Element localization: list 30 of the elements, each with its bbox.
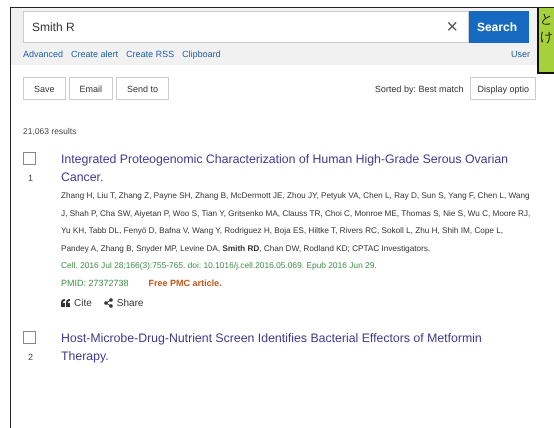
quote-icon xyxy=(61,299,70,307)
header-link[interactable]: Create alert xyxy=(71,49,118,59)
search-field[interactable]: Smith R × xyxy=(23,11,469,43)
results-count: 21,063 results xyxy=(22,125,78,136)
action-button[interactable]: Save xyxy=(23,77,66,100)
user-link[interactable]: User xyxy=(510,49,530,59)
note-text: け xyxy=(540,28,554,46)
action-button[interactable]: Send to xyxy=(116,77,170,100)
citation: Cell. 2016 Jul 28;166(3):755-765. doi: 10.1016/j.cell.2016.05.069. Epub 2016 Jun 29. xyxy=(61,259,378,272)
result-number: 2 xyxy=(28,352,34,362)
search-button[interactable]: Search xyxy=(469,11,529,43)
free-article-label: Free PMC article. xyxy=(148,276,222,290)
action-button[interactable]: Email xyxy=(68,77,114,100)
header-link[interactable]: Clipboard xyxy=(182,49,221,59)
note-text: と xyxy=(540,10,554,28)
pmid: PMID: 27372738 xyxy=(61,276,129,290)
close-icon[interactable]: × xyxy=(436,16,468,38)
display-options-button[interactable]: Display optio xyxy=(470,77,536,100)
header-link[interactable]: Advanced xyxy=(23,49,64,59)
author-list: Zhang H, Liu T, Zhang Z, Payne SH, Zhang B, McDermott JE, Zhou JY, Petyuk VA, Chen L, Ray D, Sun S, Yang F, Chen L, Wang J, Shah P, Cha SW, Aiyetan P, Woo S, Tian Y, Gritsenko MA, Clauss TR, Choi C, Monroe ME, Thomas S, Nie S, Wu C, Moore RJ, Yu KH, Tabb DL, Fenyö D, Bafna V, Wang Y, Rodriguez H, Boja ES, Hiltke T, Rivers RC, Sokoll L, Zhu H, Shih IM, Cope L, Pandey A, Zhang B, Snyder MP, Levine DA, Smith RD, Chan DW, Rodland KD; CPTAC Investigators. xyxy=(61,187,531,257)
result-number: 1 xyxy=(28,173,34,183)
sort-label: Sorted by: Best match xyxy=(374,84,464,94)
result-title[interactable]: Host-Microbe-Drug-Nutrient Screen Identifies Bacterial Effectors of Metformin Therapy. xyxy=(61,328,531,364)
header-link[interactable]: Create RSS xyxy=(126,49,174,59)
share-link[interactable]: Share xyxy=(104,298,144,308)
share-icon xyxy=(104,298,113,308)
result-checkbox[interactable] xyxy=(23,152,36,165)
cite-link[interactable]: Cite xyxy=(61,298,92,308)
result-title[interactable]: Integrated Proteogenomic Characterization of Human High-Grade Serous Ovarian Cancer. xyxy=(61,150,531,186)
result-checkbox[interactable] xyxy=(23,330,36,344)
